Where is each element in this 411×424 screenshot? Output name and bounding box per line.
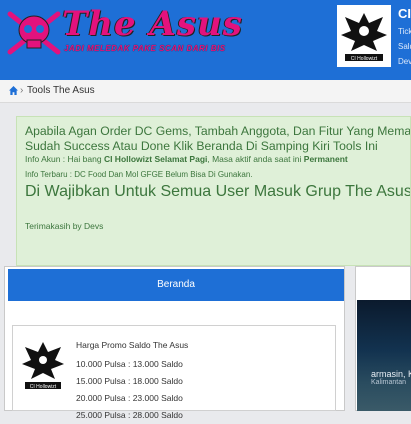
promo-item: 20.000 Pulsa : 23.000 Saldo [76, 393, 183, 403]
breadcrumb: › Tools The Asus [0, 80, 411, 103]
account-info-mid: , Masa aktif anda saat ini [207, 154, 302, 164]
profile-ticket: Ticke [398, 27, 411, 36]
promo-item: 10.000 Pulsa : 13.000 Saldo [76, 359, 183, 369]
brand-title: The Asus [62, 4, 243, 44]
skull-logo-icon [7, 11, 61, 55]
profile-saldo: Sald [398, 42, 411, 51]
account-status: Permanent [303, 154, 348, 164]
map-city-label: armasin, Ka [371, 369, 411, 379]
promo-item: 25.000 Pulsa : 28.000 Saldo [76, 410, 183, 420]
promo-emblem-caption: CI Hollowizt [30, 384, 57, 390]
alert-headline: Di Wajibkan Untuk Semua User Masuk Grup … [25, 183, 411, 200]
account-info-prefix: Info Akun : Hai bang [25, 154, 102, 164]
avatar-emblem-icon: CI Hollowizt [337, 5, 391, 67]
breadcrumb-current: Tools The Asus [27, 85, 95, 96]
info-alert: Apabila Agan Order DC Gems, Tambah Anggo… [16, 116, 411, 266]
beranda-title: Beranda [157, 279, 195, 290]
latest-info: Info Terbaru : DC Food Dan Mol GFGE Belu… [25, 170, 253, 179]
avatar-caption: CI Hollowizt [351, 56, 378, 62]
alert-line-2: Sudah Success Atau Done Klik Beranda Di … [25, 139, 378, 153]
map-widget[interactable]: armasin, Ka Kalimantan [357, 300, 411, 411]
top-header: The Asus JADI MELEDAK PAKE SCAN DARI BIS… [0, 0, 411, 80]
alert-line-1: Apabila Agan Order DC Gems, Tambah Anggo… [25, 124, 411, 138]
brand-tagline: JADI MELEDAK PAKE SCAN DARI BIS [64, 44, 226, 53]
beranda-header[interactable]: Beranda [8, 269, 344, 301]
alert-thanks: Terimakasih by Devs [25, 221, 104, 231]
home-icon[interactable] [9, 86, 18, 95]
account-name: CI Hollowizt Selamat Pagi [103, 154, 208, 164]
profile-name: CI H [398, 6, 411, 21]
map-region-label: Kalimantan [371, 379, 407, 386]
promo-item: 15.000 Pulsa : 18.000 Saldo [76, 376, 183, 386]
promo-title: Harga Promo Saldo The Asus [76, 340, 189, 350]
profile-avatar[interactable]: CI Hollowizt [337, 5, 391, 67]
promo-emblem-icon: CI Hollowizt [22, 342, 64, 390]
breadcrumb-separator: › [20, 85, 24, 96]
promo-list: 10.000 Pulsa : 13.000 Saldo 15.000 Pulsa… [76, 356, 183, 424]
account-info: Info Akun : Hai bang CI Hollowizt Selama… [25, 154, 348, 164]
profile-dev: Dev [398, 57, 411, 66]
profile-info: Ticke Sald Dev [398, 24, 411, 69]
